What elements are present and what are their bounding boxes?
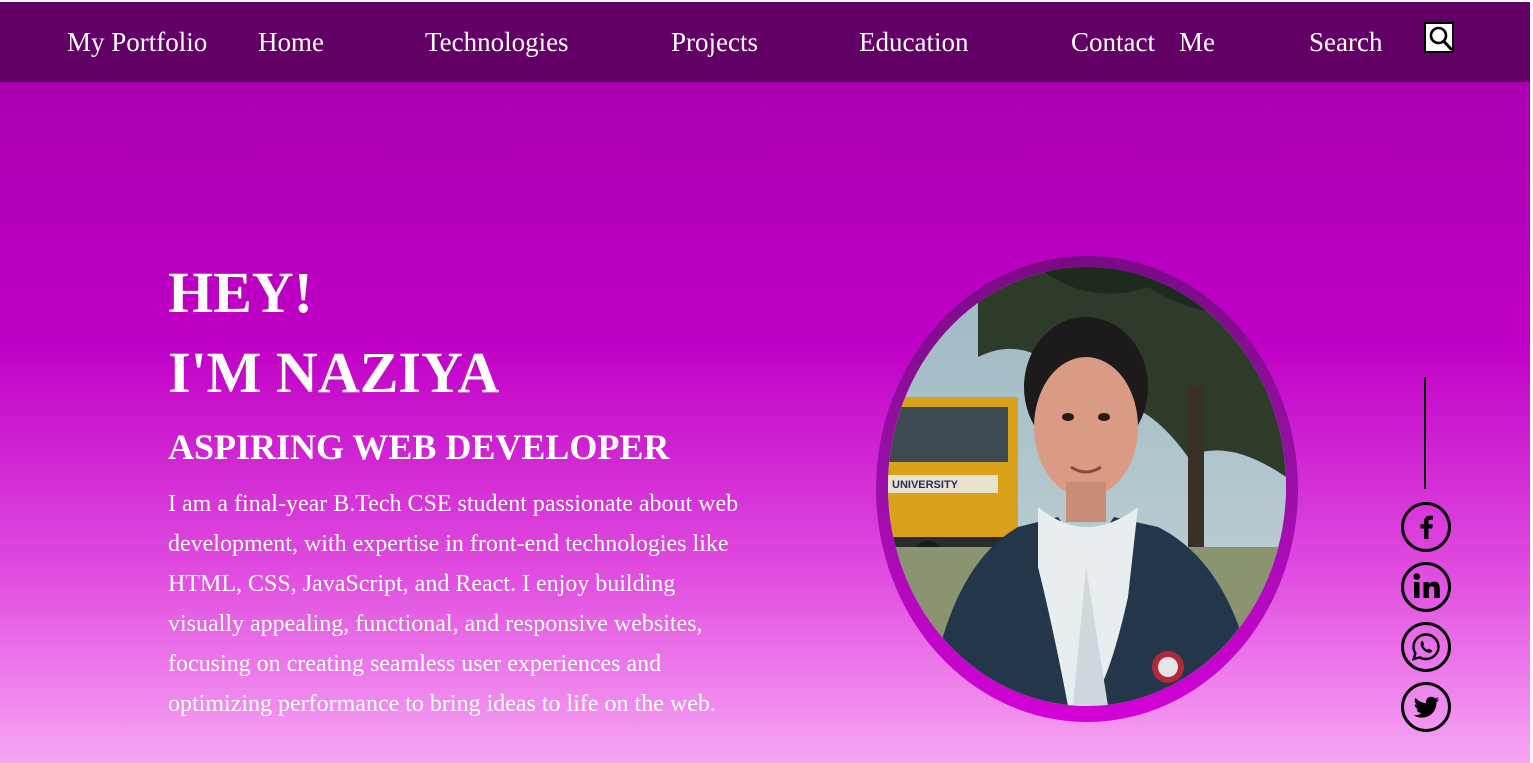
whatsapp-link[interactable]: [1401, 622, 1451, 672]
facebook-icon: [1420, 515, 1433, 539]
nav-home[interactable]: Home: [258, 22, 324, 62]
hero-role: ASPIRING WEB DEVELOPER: [168, 427, 670, 467]
hero-greeting: HEY!: [168, 260, 313, 325]
twitter-icon: [1413, 696, 1439, 718]
navbar: My Portfolio Home Technologies Projects …: [0, 2, 1530, 82]
nav-me[interactable]: Me: [1179, 22, 1215, 62]
search-icon: [1429, 26, 1453, 51]
nav-education[interactable]: Education: [859, 22, 968, 62]
profile-photo-illustration: UNIVERSITY: [888, 267, 1286, 706]
nav-search-label[interactable]: Search: [1309, 22, 1382, 62]
whatsapp-icon: [1412, 633, 1440, 661]
hero-bio: I am a final-year B.Tech CSE student pas…: [168, 491, 739, 717]
facebook-link[interactable]: [1401, 502, 1451, 552]
profile-photo: UNIVERSITY: [888, 267, 1286, 706]
search-button[interactable]: [1424, 22, 1454, 53]
social-divider: [1424, 377, 1426, 489]
nav-contact[interactable]: Contact: [1071, 22, 1155, 62]
twitter-link[interactable]: [1401, 682, 1451, 732]
nav-technologies[interactable]: Technologies: [425, 22, 569, 62]
bus-sign: UNIVERSITY: [892, 479, 959, 491]
nav-projects[interactable]: Projects: [671, 22, 758, 62]
hero-name: I'M NAZIYA: [168, 340, 500, 405]
brand-link[interactable]: My Portfolio: [67, 22, 207, 62]
linkedin-icon: [1413, 573, 1440, 598]
linkedin-link[interactable]: [1401, 562, 1451, 612]
